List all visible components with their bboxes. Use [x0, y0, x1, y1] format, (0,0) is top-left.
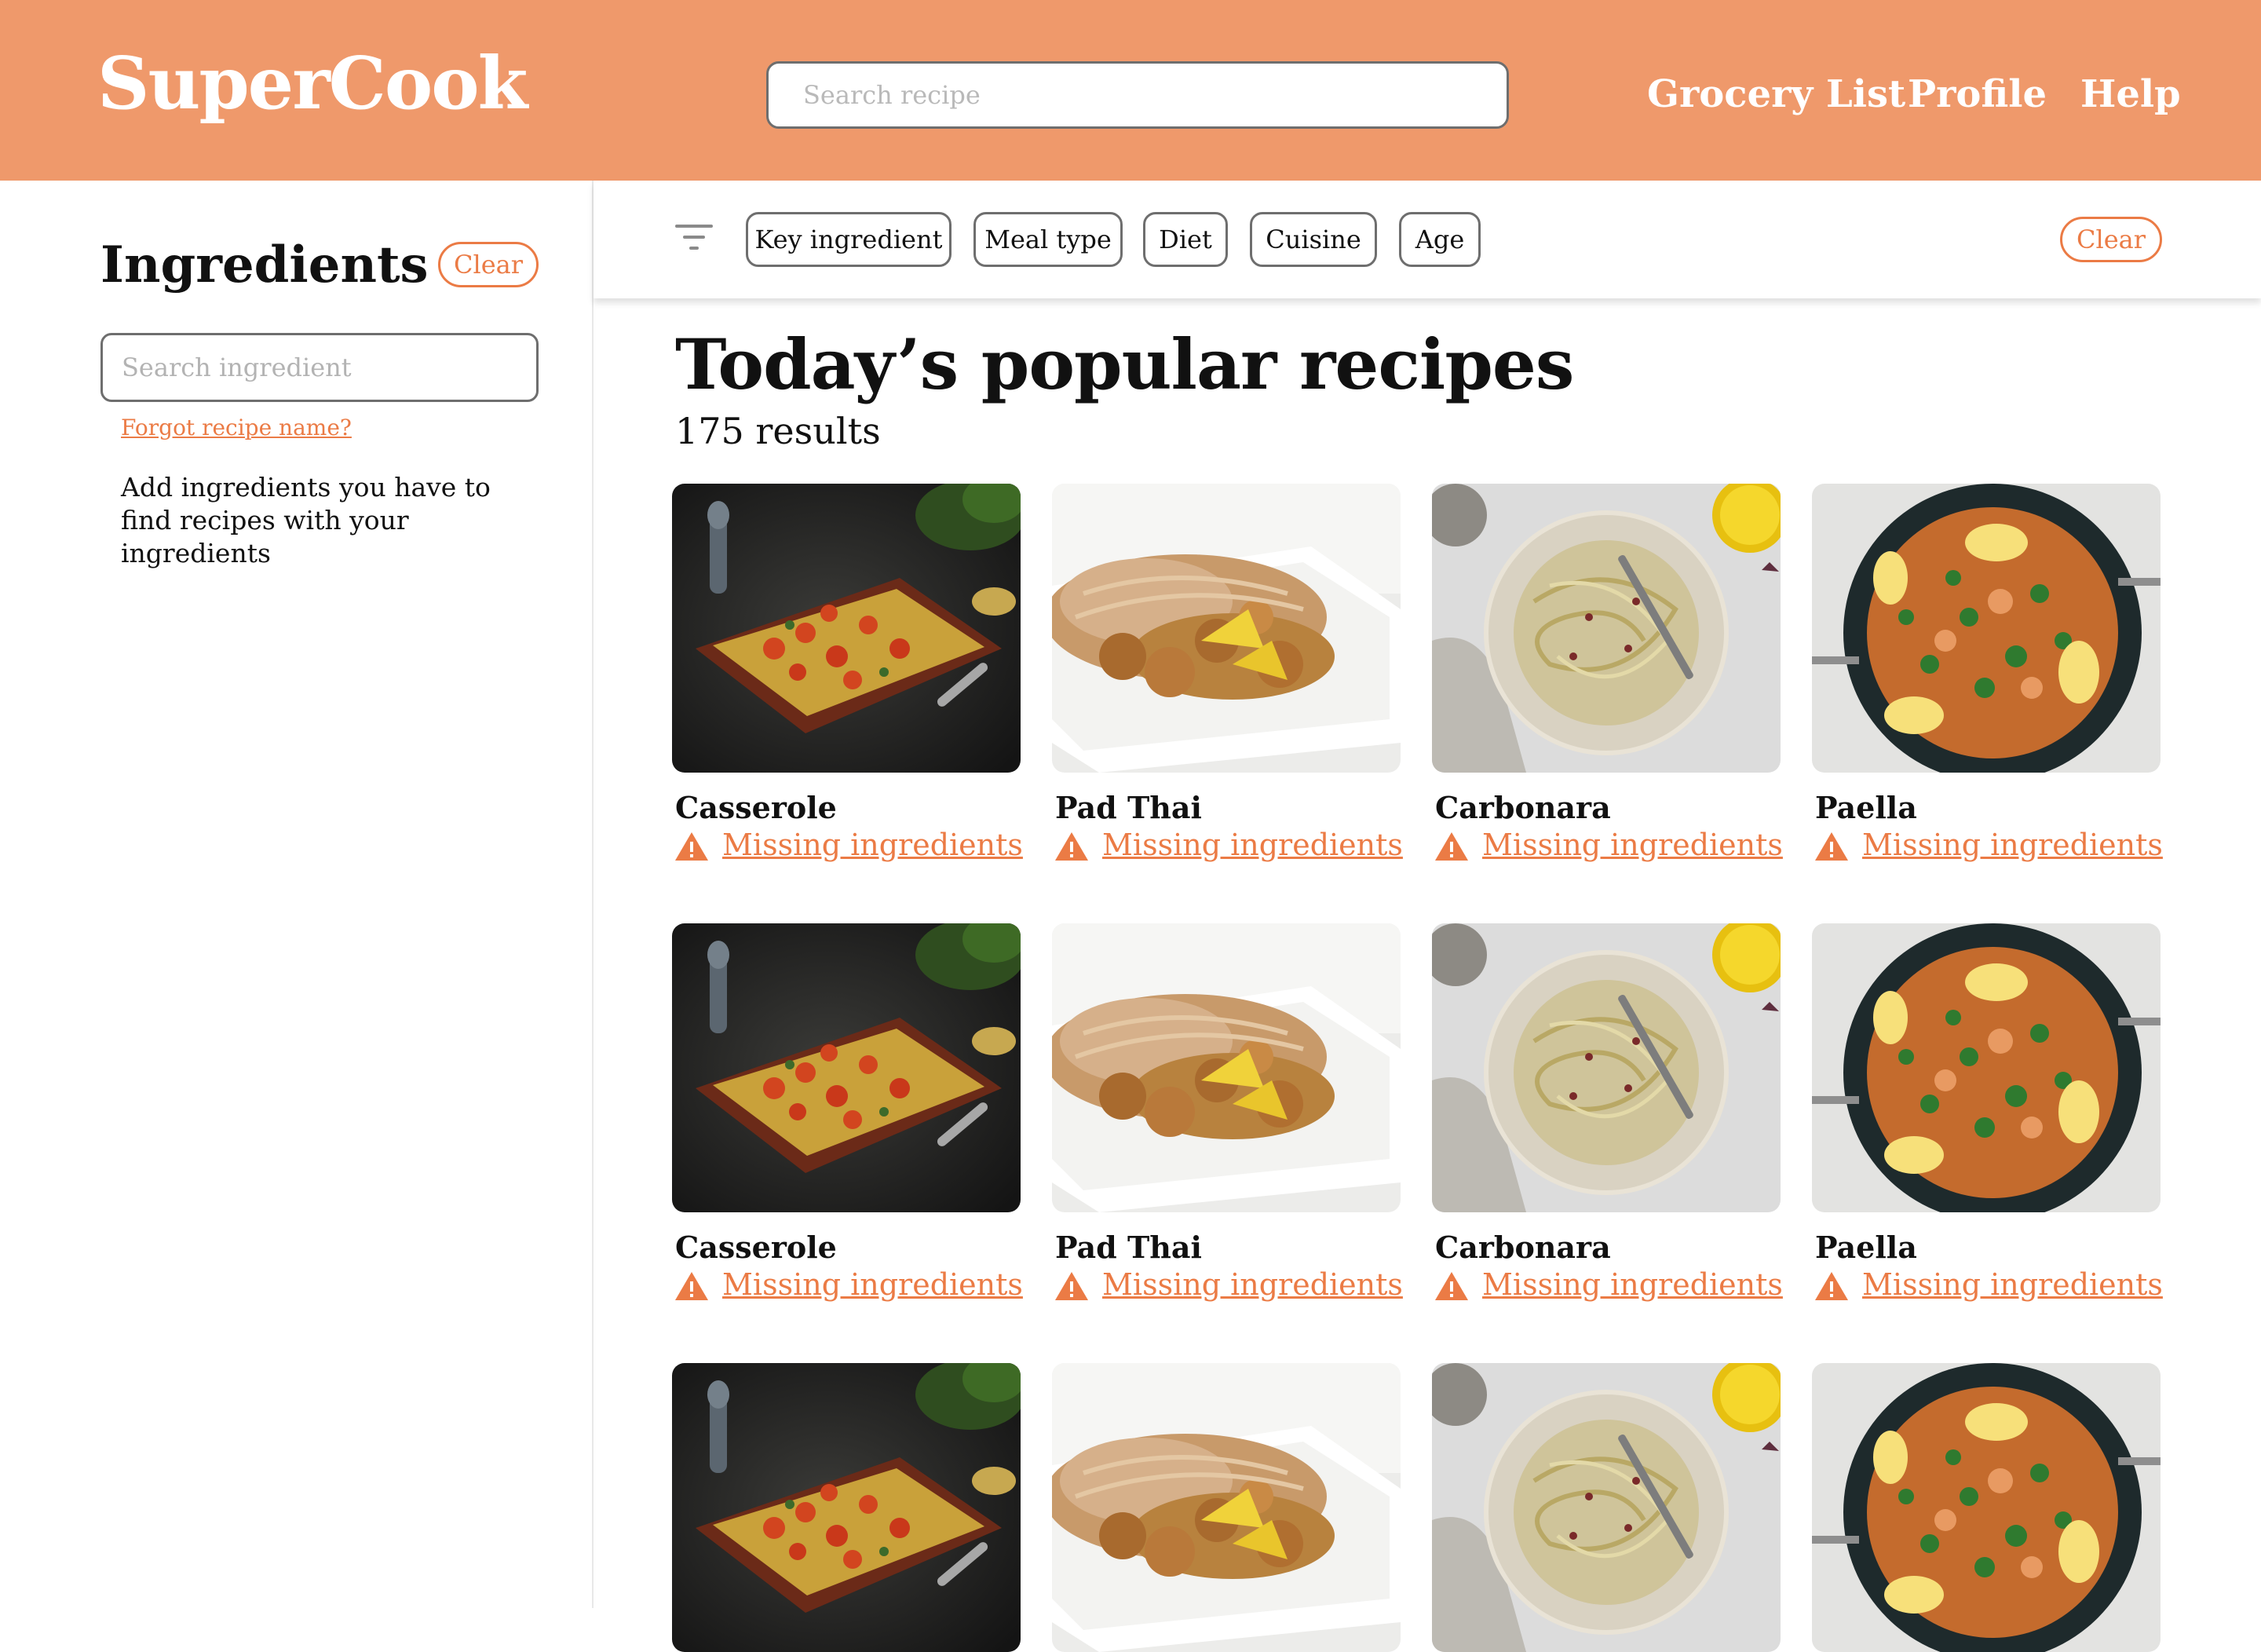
filter-icon[interactable]	[675, 221, 713, 253]
recipe-name[interactable]: Casserole	[675, 790, 837, 825]
missing-ingredients-label: Missing ingredients	[722, 1267, 1023, 1302]
paella-image[interactable]	[1812, 1363, 2161, 1652]
carbonara-image[interactable]	[1432, 1363, 1781, 1652]
casserole-image[interactable]	[672, 484, 1021, 773]
warning-icon	[674, 831, 710, 862]
missing-ingredients-label: Missing ingredients	[1102, 1267, 1403, 1302]
filter-key-ingredient[interactable]: Key ingredient	[746, 212, 952, 267]
warning-icon	[1434, 831, 1470, 862]
missing-ingredients-label: Missing ingredients	[1482, 1267, 1783, 1302]
recipe-name[interactable]: Paella	[1815, 790, 1917, 825]
filter-diet[interactable]: Diet	[1143, 212, 1228, 267]
top-header: SuperCook Grocery List Profile Help	[0, 0, 2261, 181]
recipe-search-input[interactable]	[766, 61, 1509, 129]
recipe-name[interactable]: Paella	[1815, 1230, 1917, 1265]
paella-image[interactable]	[1812, 923, 2161, 1212]
pad-thai-image[interactable]	[1052, 1363, 1401, 1652]
warning-icon	[1054, 1270, 1090, 1302]
pad-thai-image[interactable]	[1052, 484, 1401, 773]
missing-ingredients-label: Missing ingredients	[1482, 828, 1783, 862]
clear-filters-button[interactable]: Clear	[2060, 217, 2162, 262]
casserole-image[interactable]	[672, 1363, 1021, 1652]
warning-icon	[1054, 831, 1090, 862]
recipe-name[interactable]: Carbonara	[1435, 1230, 1611, 1265]
filter-age[interactable]: Age	[1399, 212, 1481, 267]
carbonara-image[interactable]	[1432, 484, 1781, 773]
warning-icon	[674, 1270, 710, 1302]
page-title: Today’s popular recipes	[675, 323, 1574, 405]
results-count: 175 results	[675, 410, 881, 452]
nav-profile[interactable]: Profile	[1908, 72, 2047, 116]
forgot-recipe-link[interactable]: Forgot recipe name?	[121, 415, 352, 440]
filter-meal-type[interactable]: Meal type	[973, 212, 1123, 267]
warning-icon	[1814, 831, 1850, 862]
filter-cuisine[interactable]: Cuisine	[1250, 212, 1377, 267]
missing-ingredients-label: Missing ingredients	[1862, 1267, 2163, 1302]
pad-thai-image[interactable]	[1052, 923, 1401, 1212]
warning-icon	[1434, 1270, 1470, 1302]
clear-ingredients-button[interactable]: Clear	[438, 242, 539, 287]
recipe-name[interactable]: Carbonara	[1435, 790, 1611, 825]
missing-ingredients-label: Missing ingredients	[1862, 828, 2163, 862]
paella-image[interactable]	[1812, 484, 2161, 773]
warning-icon	[1814, 1270, 1850, 1302]
recipe-name[interactable]: Casserole	[675, 1230, 837, 1265]
recipe-name[interactable]: Pad Thai	[1055, 1230, 1202, 1265]
nav-help[interactable]: Help	[2080, 72, 2181, 116]
casserole-image[interactable]	[672, 923, 1021, 1212]
sidebar-hint: Add ingredients you have to find recipes…	[121, 472, 491, 568]
nav-grocery-list[interactable]: Grocery List	[1647, 72, 1905, 116]
missing-ingredients-label: Missing ingredients	[1102, 828, 1403, 862]
filter-bar: Key ingredient Meal type Diet Cuisine Ag…	[594, 181, 2261, 298]
app-logo[interactable]: SuperCook	[97, 41, 528, 126]
recipe-name[interactable]: Pad Thai	[1055, 790, 1202, 825]
carbonara-image[interactable]	[1432, 923, 1781, 1212]
sidebar-title: Ingredients	[100, 236, 429, 294]
ingredients-sidebar: Ingredients Clear Forgot recipe name? Ad…	[0, 181, 594, 1608]
ingredient-search-input[interactable]	[100, 333, 539, 402]
missing-ingredients-label: Missing ingredients	[722, 828, 1023, 862]
